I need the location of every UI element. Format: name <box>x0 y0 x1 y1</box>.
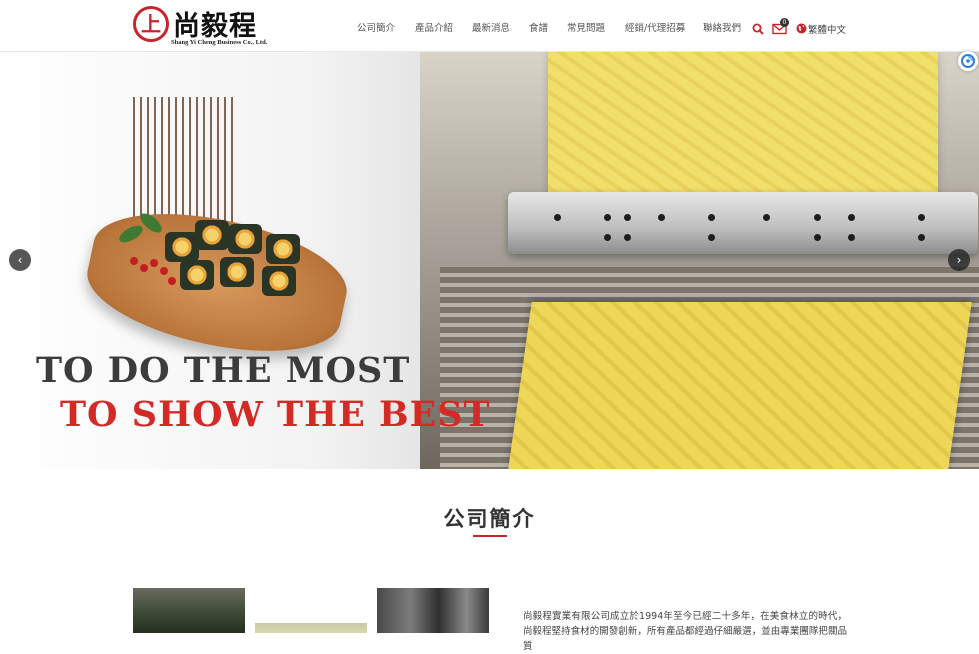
roller-hole <box>763 214 770 221</box>
logo-mark: 上 <box>133 6 169 42</box>
roller-hole <box>604 214 611 221</box>
site-header: 上 尚毅程 Shang Yi Cheng Business Co., Ltd. … <box>0 0 979 52</box>
roller-hole <box>848 234 855 241</box>
roller-hole <box>848 214 855 221</box>
egg-sheet-bottom <box>508 302 972 469</box>
mail-count-badge: 0 <box>780 18 789 27</box>
nav-item-recipes[interactable]: 食譜 <box>529 20 548 34</box>
carousel-prev-button[interactable]: ‹ <box>9 249 31 271</box>
roller-hole <box>814 214 821 221</box>
banner-slogan-line2: TO SHOW THE BEST <box>60 394 491 435</box>
nav-item-news[interactable]: 最新消息 <box>472 20 510 34</box>
about-description: 尚毅程實業有限公司成立於1994年至今已經二十多年，在美食林立的時代，尚毅程堅持… <box>523 611 847 652</box>
berry-garnish <box>140 264 148 272</box>
banner-slogan-line1: TO DO THE MOST <box>36 350 411 391</box>
roller-hole <box>708 214 715 221</box>
sushi-roll <box>266 234 300 264</box>
egg-sheet-top <box>548 52 938 200</box>
roller-hole <box>554 214 561 221</box>
sushi-roll <box>228 224 262 254</box>
roller-hole <box>708 234 715 241</box>
brand-logo[interactable]: 上 尚毅程 Shang Yi Cheng Business Co., Ltd. <box>131 4 271 48</box>
roller-hole <box>624 214 631 221</box>
brand-subtitle: Shang Yi Cheng Business Co., Ltd. <box>171 39 268 46</box>
about-photo-3[interactable] <box>377 588 489 633</box>
nav-item-dealer[interactable]: 經銷/代理招募 <box>625 20 685 34</box>
chevron-left-icon: ‹ <box>17 253 23 267</box>
title-underline <box>473 535 507 537</box>
sushi-roll <box>195 220 229 250</box>
nav-item-products[interactable]: 產品介紹 <box>415 20 453 34</box>
roller-hole <box>604 234 611 241</box>
nav-item-contact[interactable]: 聯絡我們 <box>703 20 741 34</box>
hero-banner: TO DO THE MOST TO SHOW THE BEST ‹ › <box>0 52 979 469</box>
about-photo-2[interactable] <box>255 588 367 633</box>
roller-hole <box>624 234 631 241</box>
language-selector[interactable]: 繁體中文 <box>808 22 846 36</box>
sushi-roll <box>165 232 199 262</box>
search-icon[interactable] <box>752 23 764 35</box>
chevron-right-icon: › <box>956 253 962 267</box>
sushi-roll <box>180 260 214 290</box>
berry-garnish <box>168 277 176 285</box>
berry-garnish <box>150 259 158 267</box>
brand-name: 尚毅程 <box>173 11 257 42</box>
roller-hole <box>814 234 821 241</box>
sushi-roll <box>262 266 296 296</box>
berry-garnish <box>160 267 168 275</box>
section-title-about: 公司簡介 <box>443 507 536 531</box>
roller-hole <box>918 214 925 221</box>
sushi-roll <box>220 257 254 287</box>
nav-item-about[interactable]: 公司簡介 <box>357 20 395 34</box>
swirl-icon <box>961 54 975 68</box>
about-photo-1[interactable] <box>133 588 245 633</box>
nav-item-faq[interactable]: 常見問題 <box>567 20 605 34</box>
roller-hole <box>658 214 665 221</box>
roller-hole <box>918 234 925 241</box>
machine-roller <box>508 192 978 254</box>
berry-garnish <box>130 257 138 265</box>
globe-icon[interactable] <box>796 23 807 34</box>
carousel-next-button[interactable]: › <box>948 249 970 271</box>
floating-widget-icon[interactable] <box>958 51 978 71</box>
